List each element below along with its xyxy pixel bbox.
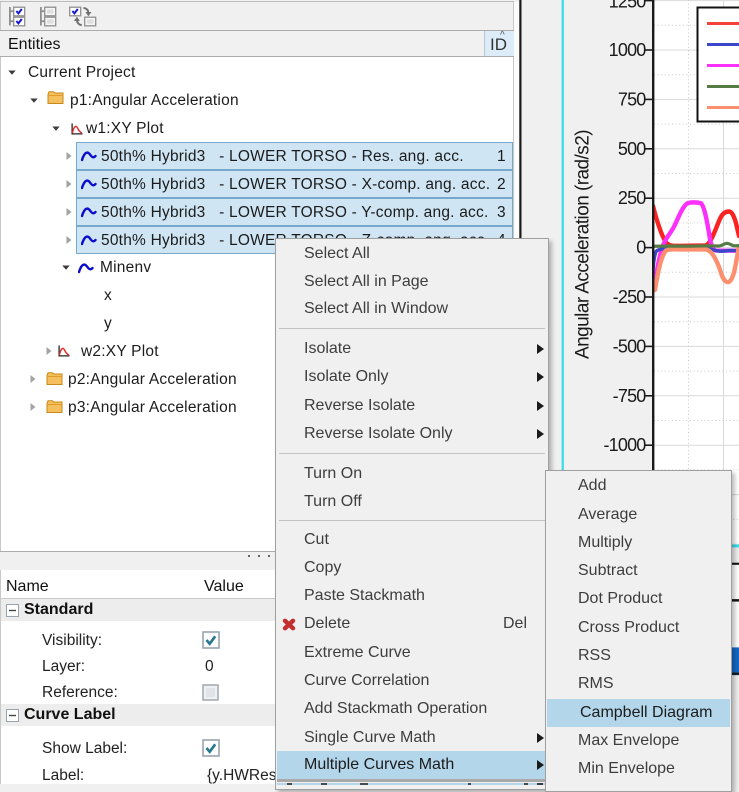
svg-text:-500: -500 bbox=[613, 336, 647, 356]
svg-text:-250: -250 bbox=[613, 287, 647, 307]
svg-text:1000: 1000 bbox=[609, 40, 647, 60]
svg-text:750: 750 bbox=[618, 89, 646, 109]
svg-text:-1000: -1000 bbox=[603, 435, 646, 455]
svg-text:250: 250 bbox=[618, 188, 646, 208]
svg-text:-750: -750 bbox=[613, 386, 647, 406]
svg-text:1250: 1250 bbox=[609, 0, 647, 12]
svg-text:500: 500 bbox=[618, 139, 646, 159]
svg-text:0: 0 bbox=[636, 238, 646, 258]
